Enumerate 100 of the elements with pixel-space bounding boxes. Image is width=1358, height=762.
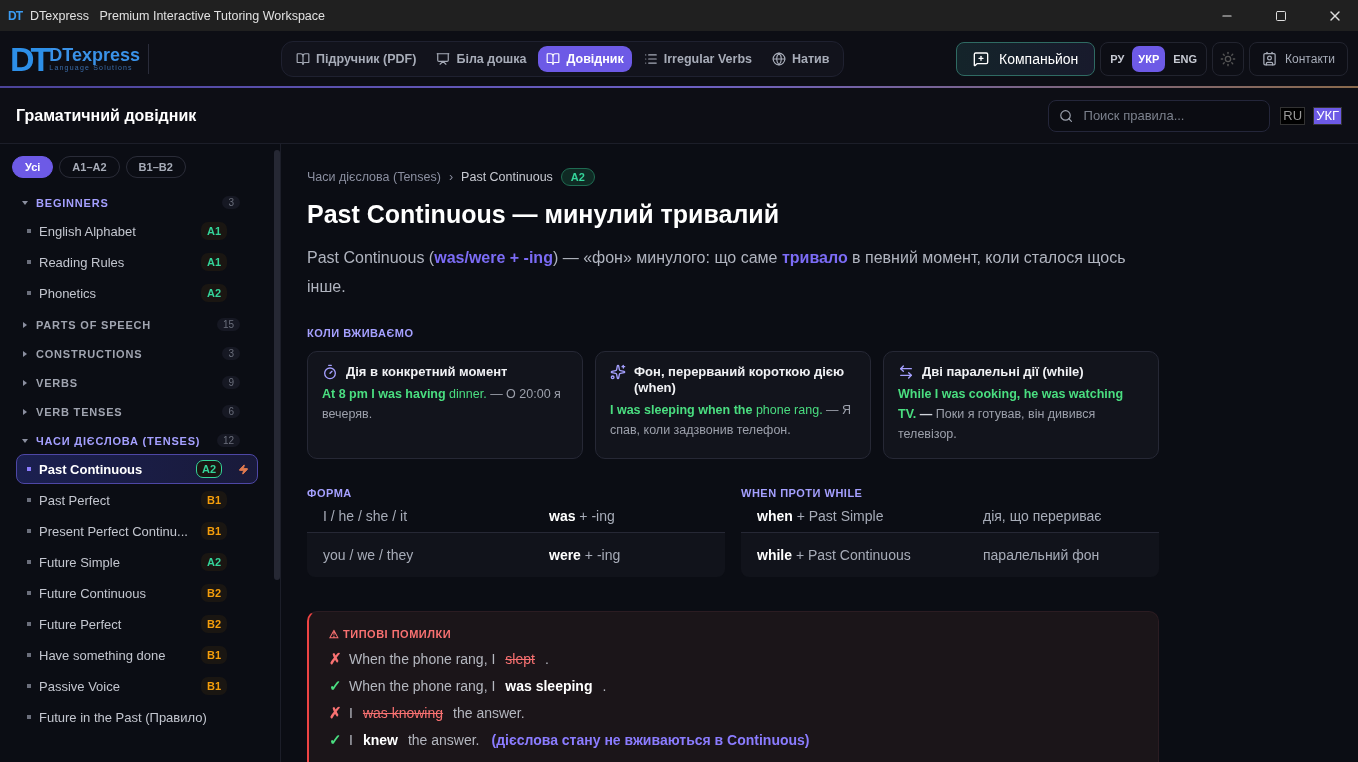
level-badge: A2 [560,168,595,186]
level-badge: B1 [200,677,227,695]
sun-icon [1220,50,1237,67]
language-toggle[interactable]: УКГ [1313,106,1342,125]
topic-item[interactable]: Future Continuous B2 [16,578,258,608]
sentence-text: the answer. [453,705,525,721]
contacts-button[interactable]: Контакти [1249,41,1348,76]
maximize-icon[interactable] [1275,9,1287,22]
group-title[interactable]: BEGINNERS [36,196,215,209]
correct-word: was sleeping [505,678,593,694]
swap-arrows-icon [898,364,914,380]
section-heading: КОЛИ ВЖИВАЄМО [307,327,415,339]
level-filter[interactable]: Усі [12,156,54,178]
card-title: Фон, перерваний короткою дією (when) [634,364,846,396]
note-text: (дієслова стану не вживаються в Continuous) [491,732,810,748]
book-icon [546,51,561,66]
level-badge: A1 [200,253,227,271]
table-cell-text: were + -ing [549,547,622,563]
topic-item[interactable]: Future Perfect B2 [16,609,258,639]
topic-item[interactable]: Present Perfect Continu... B1 [16,516,258,546]
level-badge: B1 [200,522,227,540]
item-count: 15 [216,318,240,331]
card-title: Дія в конкретний момент [346,364,508,380]
item-count: 3 [222,196,240,209]
nav-tab[interactable]: Натив [764,45,838,72]
intro-paragraph: Past Continuous (was/were + -ing) — «фон» минулого: що саме тривало в певний момент, коли сталося щось інше. [307,248,1127,297]
search-box[interactable]: Поиск правила... [1048,99,1271,132]
cross-mark: ✗ [329,704,343,722]
globe-icon [772,51,786,66]
topic-item[interactable]: Past Perfect B1 [16,485,258,515]
topic-item[interactable]: Reading Rules A1 [16,247,258,277]
nav-tab[interactable]: Підручник (PDF) [288,45,425,72]
sentence-text: . [544,651,549,667]
level-badge: A2 [195,460,222,478]
correct-word: knew [362,732,398,748]
caret-icon[interactable] [22,438,28,443]
level-badge: B1 [200,646,227,664]
logo-mark: DT [10,41,48,76]
search-field[interactable]: Поиск правила... [1081,107,1260,124]
topic-item[interactable]: Future in the Past (Правило) [16,702,258,732]
caret-icon[interactable] [23,321,27,328]
check-mark: ✓ [329,677,343,695]
sentence-text: . [602,678,607,694]
caret-icon[interactable] [22,200,28,205]
table-cell-text: I / he / she / it [323,507,409,524]
breadcrumb-link[interactable]: Past Continuous [461,170,553,184]
topic-item[interactable]: Past Continuous A2 [16,454,258,484]
topic-item[interactable]: Future Simple A2 [16,547,258,577]
list-icon [643,51,658,66]
sentence-text: When the phone rang, I [349,651,496,667]
breadcrumb-link[interactable]: Часи дієслова (Tenses) [307,170,441,184]
lightning-icon [238,463,249,475]
nav-tab[interactable]: Біла дошка [428,45,535,72]
level-badge: A2 [200,553,227,571]
group-title[interactable]: CONSTRUCTIONS [36,347,215,360]
section-heading: ФОРМА [307,487,353,499]
caret-icon[interactable] [23,408,27,415]
sparkle-icon [610,364,626,380]
table-cell-text: паралельний фон [983,547,1101,563]
sentence-text: I [349,705,353,721]
language-toggle[interactable]: RU [1280,106,1306,125]
group-title[interactable]: VERBS [36,376,215,389]
example-text: At 8 pm I was having dinner. — О 20:00 я вечеряв. [322,386,562,423]
table-cell-text: was + -ing [549,507,616,524]
level-badge: A2 [200,284,227,302]
language-option[interactable]: ENG [1167,45,1204,72]
nav-tab[interactable]: Irregular Verbs [635,45,760,72]
page-title: Граматичний довідник [16,106,197,125]
cross-mark: ✗ [329,650,343,668]
nav-tab[interactable]: Довідник [538,45,632,72]
item-count: 12 [216,434,240,447]
language-option[interactable]: РУ [1104,45,1131,72]
caret-icon[interactable] [23,350,27,357]
example-text: I was sleeping when the phone rang. — Я спав, коли задзвонив телефон. [610,402,853,439]
table-cell-text: you / we / they [323,547,415,563]
topic-item[interactable]: Have something done B1 [16,640,258,670]
item-count: 6 [222,405,240,418]
sentence-text: the answer. [407,732,480,748]
level-badge: B1 [200,491,227,509]
breadcrumb-separator: › [448,170,454,184]
companion-button[interactable]: Компаньйон [956,41,1096,76]
topic-item[interactable]: English Alphabet A1 [16,216,258,246]
caret-icon[interactable] [23,379,27,386]
window-title: DTexpress Premium Interactive Tutoring Workspace [30,8,326,23]
item-count: 9 [222,376,240,389]
language-option[interactable]: УКР [1132,45,1166,72]
example-text: While I was cooking, he was watching TV. — Поки я готував, він дивився телевізор. [898,386,1125,443]
sentence-text: When the phone rang, I [349,678,496,694]
topic-item[interactable]: Passive Voice B1 [16,671,258,701]
group-title[interactable]: ЧАСИ ДІЄСЛОВА (TENSES) [36,434,209,447]
level-badge: B2 [200,584,227,602]
table-cell-text: дія, що перериває [983,507,1103,524]
search-icon [1059,107,1074,124]
section-heading: WHEN ПРОТИ WHILE [741,487,864,499]
group-title[interactable]: VERB TENSES [36,405,215,418]
timer-icon [322,364,338,380]
topic-item[interactable]: Phonetics A2 [16,278,258,308]
table-cell-text: while + Past Continuous [757,547,912,563]
book-icon [296,51,311,66]
group-title[interactable]: PARTS OF SPEECH [36,318,209,331]
